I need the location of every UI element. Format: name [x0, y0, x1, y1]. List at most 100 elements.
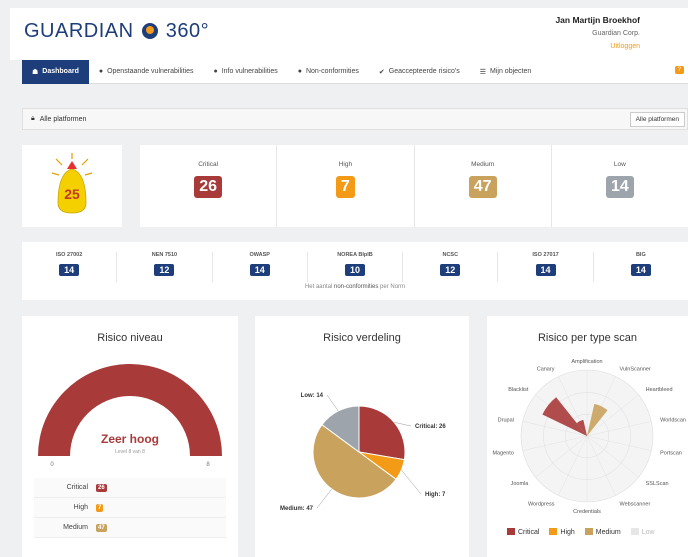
norm-big[interactable]: BIG 14	[594, 252, 688, 282]
pie-slice[interactable]	[358, 405, 406, 461]
note-emphasis: non-conformities	[333, 284, 379, 290]
risk-row-critical: Critical 26	[34, 478, 226, 498]
tab-label: Mijn objecten	[490, 68, 532, 75]
pie-label-line	[316, 488, 332, 509]
count-value: 26	[194, 176, 223, 198]
polar-category-label: SSLScan	[646, 481, 669, 487]
tab-open-vulnerabilities[interactable]: ● Openstaande vulnerabilities	[89, 60, 204, 84]
norm-iso27002[interactable]: ISO 27002 14	[22, 252, 118, 282]
user-name: Jan Martijn Broekhof	[555, 15, 640, 25]
nav-badge[interactable]: ?	[674, 66, 684, 74]
gauge-max: 8	[206, 462, 210, 468]
pie-label: Low: 14	[301, 393, 324, 399]
norm-label: NOREA BIpIB	[337, 252, 373, 258]
tab-accepted-risks[interactable]: ✔ Geaccepteerde risico's	[369, 60, 470, 84]
pie-label: Medium: 47	[280, 506, 314, 512]
note-text: per Norm	[380, 284, 406, 290]
count-label: Medium	[471, 161, 495, 168]
check-icon: ✔	[378, 68, 385, 76]
card-title: Risico niveau	[97, 332, 163, 344]
pie-label: Critical: 26	[415, 424, 446, 430]
guardian-logo[interactable]: GUARDIAN 360°	[24, 20, 209, 43]
count-critical[interactable]: Critical 26	[140, 145, 278, 227]
norm-value: 14	[630, 264, 651, 276]
score-panel: 25	[22, 145, 122, 227]
platform-bar: 🔒︎ Alle platformen Alle platformen	[22, 108, 688, 130]
tab-non-conformities[interactable]: ● Non-conformities	[288, 60, 369, 84]
legend-critical[interactable]: Critical	[507, 528, 539, 536]
risk-row-medium: Medium 47	[34, 518, 226, 538]
polar-category-label: Webscanner	[620, 502, 651, 508]
norms-panel: ISO 27002 14 NEN 7510 12 OWASP 14 NOREA BIp…	[22, 242, 688, 300]
polar-category-label: Blacklist	[508, 387, 529, 393]
pie-label-line	[326, 394, 339, 412]
count-low[interactable]: Low 14	[552, 145, 688, 227]
logo-text: GUARDIAN	[24, 20, 134, 42]
scan-type-card: Risico per type scan Amplification VulnSc…	[487, 316, 688, 557]
globe-icon	[141, 23, 158, 39]
norm-value: 14	[535, 264, 556, 276]
polar-legend: Critical High Medium Low	[507, 528, 655, 536]
logo-number: 360°	[165, 20, 210, 42]
polar-category-label: Drupal	[498, 417, 514, 423]
score-value: 25	[64, 186, 80, 202]
note-text: Het aantal	[304, 284, 333, 290]
legend-low[interactable]: Low	[630, 528, 655, 536]
risk-level-card: Risico niveau Zeer hoog Level 8 van 8 0 …	[22, 316, 238, 557]
risk-row-label: High	[73, 504, 88, 511]
norm-label: NEN 7510	[151, 252, 178, 258]
platform-select-button[interactable]: Alle platformen	[629, 112, 685, 127]
polar-category-label: Heartbleed	[646, 387, 673, 393]
lock-icon: 🔒︎	[31, 115, 35, 122]
risk-row-value: 7	[96, 503, 104, 512]
polar-category-label: Credentials	[573, 509, 601, 515]
polar-category-label: Wordpress	[528, 502, 555, 508]
gauge-sub-text: Level 8 van 8	[115, 449, 145, 455]
dashboard-icon: ☗	[32, 68, 39, 76]
alert-bell-icon: 25	[51, 153, 93, 214]
legend-label: Critical	[518, 529, 540, 536]
norms-note: Het aantal non-conformities per Norm	[22, 284, 688, 290]
polar-category-label: Worldscan	[660, 417, 686, 423]
polar-category-label: Canary	[537, 366, 555, 372]
norm-label: ISO 27002	[55, 252, 83, 258]
bullet-icon: ●	[213, 68, 218, 75]
company-name: Guardian Corp.	[592, 30, 640, 37]
risk-distribution-card: Risico verdeling Critical: 26 High: 7 Medi…	[255, 316, 469, 557]
polar-category-label: Magento	[492, 451, 513, 457]
risk-row-value: 47	[96, 523, 107, 532]
logout-link[interactable]: Uitloggen	[555, 40, 640, 53]
pie-label: High: 7	[425, 492, 446, 498]
tab-label: Openstaande vulnerabilities	[107, 68, 194, 75]
legend-label: High	[560, 529, 575, 536]
legend-high[interactable]: High	[549, 528, 575, 536]
norm-label: BIG	[635, 252, 646, 258]
risk-pie-chart: Critical: 26 High: 7 Medium: 47 Low: 14	[280, 393, 446, 512]
norm-label: NCSC	[442, 252, 459, 258]
severity-counts: Critical 26 High 7 Medium 47 Low 14	[140, 145, 688, 227]
norm-iso27017[interactable]: ISO 27017 14	[498, 252, 594, 282]
user-panel: Jan Martijn Broekhof Guardian Corp. Uitl…	[555, 14, 640, 53]
norm-value: 12	[440, 264, 461, 276]
norm-owasp[interactable]: OWASP 14	[213, 252, 308, 282]
count-label: High	[338, 161, 353, 168]
count-medium[interactable]: Medium 47	[415, 145, 552, 227]
norm-value: 10	[344, 264, 365, 276]
legend-medium[interactable]: Medium	[584, 528, 621, 536]
norm-norea[interactable]: NOREA BIpIB 10	[308, 252, 404, 282]
risk-row-label: Medium	[63, 524, 88, 531]
norm-ncsc[interactable]: NCSC 12	[403, 252, 499, 282]
legend-label: Low	[641, 529, 655, 536]
norm-nen7510[interactable]: NEN 7510 12	[117, 252, 213, 282]
tab-dashboard[interactable]: ☗ Dashboard	[22, 59, 89, 84]
count-value: 14	[605, 176, 634, 198]
card-title: Risico per type scan	[537, 332, 638, 344]
count-value: 7	[335, 176, 355, 198]
platform-label-text: Alle platformen	[39, 115, 87, 123]
tab-my-objects[interactable]: ☰ Mijn objecten	[470, 60, 542, 84]
tab-info-vulnerabilities[interactable]: ● Info vulnerabilities	[203, 60, 287, 84]
count-label: Low	[613, 161, 626, 168]
tab-label: Dashboard	[42, 68, 79, 75]
count-high[interactable]: High 7	[277, 145, 415, 227]
card-title: Risico verdeling	[323, 332, 401, 344]
